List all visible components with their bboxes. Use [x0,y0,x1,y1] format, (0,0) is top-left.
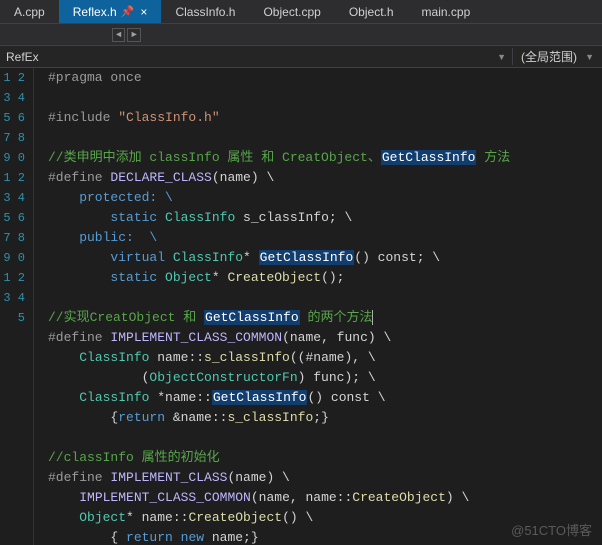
code-line [48,390,79,405]
history-nav: ◄ ► [112,28,141,42]
code-line: #include [48,110,118,125]
pin-icon[interactable]: 📌 [121,5,135,18]
highlight: GetClassInfo [204,310,300,325]
code-string: "ClassInfo.h" [118,110,219,125]
code-line: #define [48,470,110,485]
tab-reflex-h[interactable]: Reflex.h 📌 × [59,0,162,23]
tab-object-cpp[interactable]: Object.cpp [249,0,334,23]
forward-icon[interactable]: ► [127,28,140,42]
line-gutter: 1 2 3 4 5 6 7 8 9 0 1 2 3 4 5 6 7 8 9 0 … [0,68,34,545]
highlight: GetClassInfo [212,390,308,405]
close-icon[interactable]: × [140,5,147,19]
code-line: public: \ [48,230,157,245]
code-line: { [48,410,118,425]
code-line: static [48,210,165,225]
code-line: #define [48,330,110,345]
toolbar: ◄ ► [0,24,602,46]
scope-dropdown[interactable]: RefEx▼ [0,50,512,64]
navigation-bar: RefEx▼ (全局范围)▼ [0,46,602,68]
text-caret [372,310,373,325]
highlight: GetClassInfo [259,250,355,265]
code-line: #define [48,170,110,185]
code-area[interactable]: #pragma once #include "ClassInfo.h" //类申… [34,68,602,545]
code-comment: //类申明中添加 classInfo 属性 和 CreatObject、 [48,150,381,165]
back-icon[interactable]: ◄ [112,28,125,42]
member-dropdown[interactable]: (全局范围)▼ [512,48,602,65]
chevron-down-icon: ▼ [585,52,594,62]
code-line: { [48,530,126,545]
chevron-down-icon: ▼ [497,52,506,62]
code-line: virtual [48,250,173,265]
tab-bar: A.cpp Reflex.h 📌 × ClassInfo.h Object.cp… [0,0,602,24]
code-line: ( [48,370,149,385]
code-line: protected: \ [48,190,173,205]
code-line [48,510,79,525]
tab-classinfo-h[interactable]: ClassInfo.h [161,0,249,23]
tab-main-cpp[interactable]: main.cpp [408,0,485,23]
highlight: GetClassInfo [381,150,477,165]
code-comment: //实现CreatObject 和 [48,310,204,325]
code-line: #pragma once [48,70,142,85]
code-line [48,350,79,365]
tab-a-cpp[interactable]: A.cpp [0,0,59,23]
code-line [48,490,79,505]
watermark: @51CTO博客 [511,520,592,539]
code-line: static [48,270,165,285]
tab-object-h[interactable]: Object.h [335,0,408,23]
code-comment: //classInfo 属性的初始化 [48,450,220,465]
code-editor[interactable]: 1 2 3 4 5 6 7 8 9 0 1 2 3 4 5 6 7 8 9 0 … [0,68,602,545]
